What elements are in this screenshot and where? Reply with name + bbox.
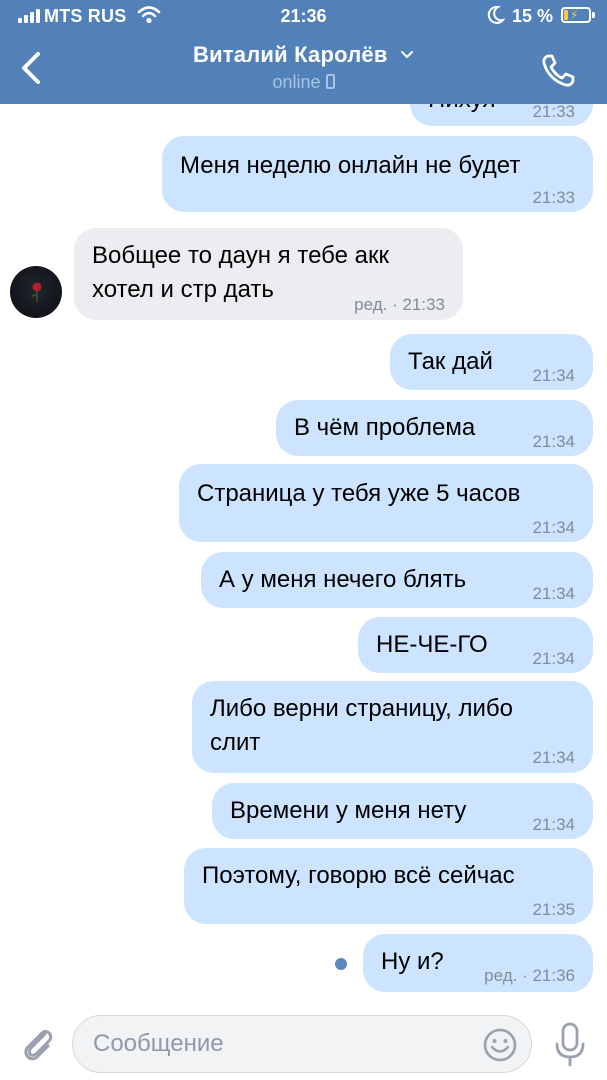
back-chevron-icon[interactable] — [14, 48, 50, 88]
message-text: НЕ-ЧЕ-ГО — [376, 631, 488, 658]
message-composer — [0, 1010, 607, 1080]
message-time: 21:34 — [532, 649, 575, 668]
message-time: 21:33 — [532, 188, 575, 207]
wifi-icon — [137, 6, 161, 24]
message-input[interactable] — [72, 1015, 532, 1073]
message-bubble-outgoing[interactable]: Так дай 21:34 — [390, 334, 593, 390]
battery-charging-icon: ⚡ — [561, 7, 595, 23]
message-text: Так дай — [408, 348, 493, 375]
message-time: 21:34 — [532, 432, 575, 451]
message-list[interactable]: Нихуя 21:33 Меня неделю онлайн не будет … — [0, 0, 607, 1010]
contact-title[interactable]: Виталий Каролёв online — [150, 42, 457, 93]
message-text: А у меня нечего блять — [219, 566, 467, 593]
do-not-disturb-moon-icon — [487, 5, 505, 24]
message-time: 21:34 — [532, 584, 575, 603]
message-text: Ну и? — [381, 948, 444, 975]
message-bubble-outgoing[interactable]: НЕ-ЧЕ-ГО 21:34 — [358, 617, 593, 673]
message-time: 21:35 — [532, 900, 575, 919]
message-bubble-outgoing[interactable]: Времени у меня нету 21:34 — [212, 783, 593, 839]
message-bubble-outgoing[interactable]: Меня неделю онлайн не будет 21:33 — [162, 136, 593, 212]
message-text: Поэтому, говорю всё сейчас — [202, 862, 515, 889]
battery-percentage: 15 % — [512, 6, 554, 26]
message-text-line: Либо верни страницу, либо — [210, 695, 513, 722]
paperclip-icon[interactable] — [17, 1020, 57, 1066]
message-bubble-outgoing[interactable]: Либо верни страницу, либо слит 21:34 — [192, 681, 593, 773]
contact-name: Виталий Каролёв — [192, 42, 388, 67]
carrier-name: MTS RUS — [44, 6, 127, 26]
phone-icon[interactable] — [538, 50, 580, 90]
message-bubble-outgoing[interactable]: Поэтому, говорю всё сейчас 21:35 — [184, 848, 593, 924]
message-time: 21:34 — [532, 815, 575, 834]
message-bubble-outgoing[interactable]: Страница у тебя уже 5 часов 21:34 — [179, 464, 593, 542]
message-bubble-incoming[interactable]: Вобщее то даун я тебе акк хотел и стр да… — [74, 228, 463, 320]
message-time: 21:34 — [532, 518, 575, 537]
message-text-line: хотел и стр дать — [92, 276, 274, 303]
message-bubble-outgoing[interactable]: В чём проблема 21:34 — [276, 400, 593, 456]
message-bubble-outgoing[interactable]: А у меня нечего блять 21:34 — [201, 552, 593, 608]
message-time: 21:34 — [532, 366, 575, 385]
message-time: ред. · 21:36 — [484, 966, 575, 985]
cellular-signal-icon — [18, 9, 40, 23]
message-text-line: слит — [210, 729, 261, 756]
rose-icon — [31, 282, 42, 302]
smiley-icon[interactable] — [482, 1027, 518, 1063]
contact-avatar[interactable] — [10, 266, 62, 318]
unread-indicator — [335, 958, 347, 970]
mobile-phone-icon — [325, 74, 335, 89]
message-bubble-outgoing[interactable]: Ну и? ред. · 21:36 — [363, 934, 593, 992]
message-text: Страница у тебя уже 5 часов — [197, 480, 521, 507]
message-time: 21:34 — [532, 748, 575, 767]
presence-status: online — [272, 72, 321, 92]
microphone-icon[interactable] — [554, 1022, 586, 1068]
message-text: Меня неделю онлайн не будет — [180, 152, 521, 179]
message-time: ред. · 21:33 — [354, 295, 445, 314]
chat-header: MTS RUS 21:36 15 % ⚡ Виталий Каролёв onl… — [0, 0, 607, 104]
message-text-line: Вобщее то даун я тебе акк — [92, 242, 389, 269]
message-text: В чём проблема — [294, 414, 476, 441]
status-bar: MTS RUS 21:36 15 % ⚡ — [0, 0, 607, 32]
message-text: Времени у меня нету — [230, 797, 467, 824]
chevron-down-icon — [401, 51, 413, 59]
